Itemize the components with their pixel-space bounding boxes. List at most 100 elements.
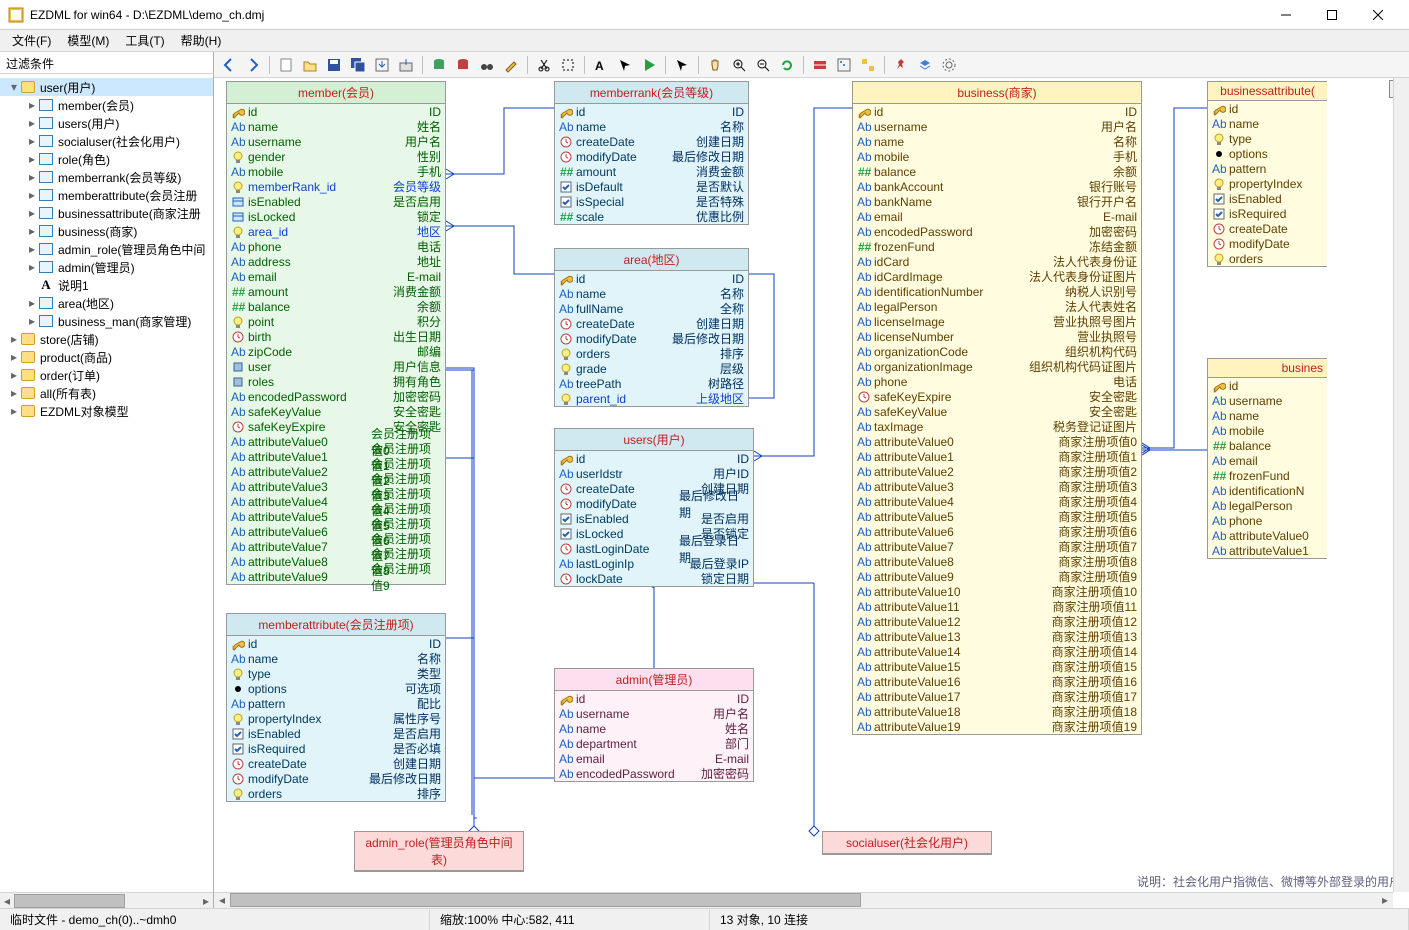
column-row[interactable]: AbcattributeValue5商家注册项值5 — [853, 509, 1141, 524]
arrow-button[interactable] — [671, 54, 693, 76]
column-row[interactable]: AbcsafeKeyValue安全密匙 — [227, 404, 445, 419]
column-row[interactable]: id — [1208, 101, 1327, 116]
menu-0[interactable]: 文件(F) — [4, 30, 59, 51]
column-row[interactable]: isEnabled — [1208, 191, 1327, 206]
column-row[interactable]: roles拥有角色 — [227, 374, 445, 389]
column-row[interactable]: modifyDate最后修改日期 — [227, 771, 445, 786]
column-row[interactable]: AbcbankName银行开户名 — [853, 194, 1141, 209]
column-row[interactable]: AbcbankAccount银行账号 — [853, 179, 1141, 194]
column-row[interactable]: AbcattributeValue14商家注册项值14 — [853, 644, 1141, 659]
save-button[interactable] — [323, 54, 345, 76]
hand-button[interactable] — [704, 54, 726, 76]
tree-node[interactable]: ▸businessattribute(商家注册 — [0, 204, 213, 222]
tree-twisty-icon[interactable]: ▸ — [26, 296, 38, 310]
column-row[interactable]: modifyDate最后修改日期 — [555, 331, 748, 346]
tree-node[interactable]: ▸admin(管理员) — [0, 258, 213, 276]
select-button[interactable] — [557, 54, 579, 76]
tree-node[interactable]: A说明1 — [0, 276, 213, 294]
column-row[interactable]: AbcattributeValue0商家注册项值0 — [853, 434, 1141, 449]
column-row[interactable]: Abcmobile — [1208, 423, 1327, 438]
close-button[interactable] — [1355, 0, 1401, 30]
zoom-out-button[interactable] — [752, 54, 774, 76]
tree-node[interactable]: ▸memberrank(会员等级) — [0, 168, 213, 186]
column-row[interactable]: isLocked锁定 — [227, 209, 445, 224]
entity-businessattribute[interactable]: businessattribute(idAbcnametypeoptionsAb… — [1207, 81, 1327, 267]
tree-twisty-icon[interactable]: ▸ — [26, 260, 38, 274]
entity-member[interactable]: member(会员)idIDAbcname姓名Abcusername用户名gen… — [226, 81, 446, 585]
entity-title[interactable]: admin_role(管理员角色中间表) — [355, 832, 523, 871]
column-row[interactable]: ##balance — [1208, 438, 1327, 453]
column-row[interactable]: AbcsafeKeyValue安全密匙 — [853, 404, 1141, 419]
column-row[interactable]: Abcemail — [1208, 453, 1327, 468]
pointer-sql-button[interactable] — [614, 54, 636, 76]
column-row[interactable]: memberRank_id会员等级 — [227, 179, 445, 194]
column-row[interactable]: birth出生日期 — [227, 329, 445, 344]
tree-node[interactable]: ▸admin_role(管理员角色中间 — [0, 240, 213, 258]
column-row[interactable]: idID — [555, 451, 753, 466]
export-button[interactable] — [371, 54, 393, 76]
column-row[interactable]: AbcencodedPassword加密密码 — [853, 224, 1141, 239]
column-row[interactable]: Abcaddress地址 — [227, 254, 445, 269]
binoculars-button[interactable] — [476, 54, 498, 76]
column-row[interactable]: AbczipCode邮编 — [227, 344, 445, 359]
entity-title[interactable]: users(用户) — [555, 429, 753, 451]
column-row[interactable]: idID — [853, 104, 1141, 119]
tree-node[interactable]: ▸role(角色) — [0, 150, 213, 168]
pin-button[interactable] — [890, 54, 912, 76]
column-row[interactable]: modifyDate — [1208, 236, 1327, 251]
column-row[interactable]: AbcattributeValue19商家注册项值19 — [853, 719, 1141, 734]
column-row[interactable]: ##frozenFund冻结金额 — [853, 239, 1141, 254]
tree-twisty-icon[interactable]: ▸ — [26, 242, 38, 256]
tree[interactable]: ▾user(用户)▸member(会员)▸users(用户)▸socialuse… — [0, 74, 213, 892]
entity-title[interactable]: memberrank(会员等级) — [555, 82, 748, 104]
column-row[interactable]: AbcidCard法人代表身份证 — [853, 254, 1141, 269]
tree-twisty-icon[interactable]: ▸ — [8, 350, 20, 364]
column-row[interactable]: ##amount消费金额 — [227, 284, 445, 299]
column-row[interactable]: orders — [1208, 251, 1327, 266]
column-row[interactable]: idID — [227, 636, 445, 651]
tree-twisty-icon[interactable]: ▸ — [8, 404, 20, 418]
zoom-in-button[interactable] — [728, 54, 750, 76]
entity-title[interactable]: area(地区) — [555, 249, 748, 271]
tree-twisty-icon[interactable]: ▸ — [26, 206, 38, 220]
column-row[interactable]: Abcname姓名 — [555, 721, 753, 736]
column-row[interactable]: AbcattributeValue12商家注册项值12 — [853, 614, 1141, 629]
tree-twisty-icon[interactable]: ▸ — [26, 116, 38, 130]
column-row[interactable]: Abcphone — [1208, 513, 1327, 528]
column-row[interactable]: ##balance余额 — [853, 164, 1141, 179]
column-row[interactable]: AbcattributeValue8商家注册项值8 — [853, 554, 1141, 569]
column-row[interactable]: modifyDate最后修改日期 — [555, 496, 753, 511]
menu-3[interactable]: 帮助(H) — [173, 30, 230, 51]
column-row[interactable]: AbclastLoginIp最后登录IP — [555, 556, 753, 571]
menu-2[interactable]: 工具(T) — [117, 30, 172, 51]
tree-node[interactable]: ▸socialuser(社会化用户) — [0, 132, 213, 150]
tree-twisty-icon[interactable]: ▸ — [8, 386, 20, 400]
entity-memberattribute[interactable]: memberattribute(会员注册项)idIDAbcname名称type类… — [226, 613, 446, 802]
entity-title[interactable]: businessattribute( — [1208, 82, 1327, 101]
column-row[interactable]: ##scale优惠比例 — [555, 209, 748, 224]
tree-node[interactable]: ▸users(用户) — [0, 114, 213, 132]
column-row[interactable]: propertyIndex属性序号 — [227, 711, 445, 726]
run-button[interactable] — [638, 54, 660, 76]
column-row[interactable]: AbcattributeValue16商家注册项值16 — [853, 674, 1141, 689]
tree-node[interactable]: ▸order(订单) — [0, 366, 213, 384]
column-row[interactable]: gender性别 — [227, 149, 445, 164]
column-row[interactable]: AbcemailE-mail — [555, 751, 753, 766]
column-row[interactable]: createDate — [1208, 221, 1327, 236]
tree-node[interactable]: ▸EZDML对象模型 — [0, 402, 213, 420]
column-row[interactable]: AbcidentificationN — [1208, 483, 1327, 498]
column-row[interactable]: Abcname — [1208, 408, 1327, 423]
save-all-button[interactable] — [347, 54, 369, 76]
tree-node[interactable]: ▸product(商品) — [0, 348, 213, 366]
canvas-hscroll[interactable]: ◂ ▸ — [214, 892, 1393, 908]
column-row[interactable]: AbcattributeValue10商家注册项值10 — [853, 584, 1141, 599]
column-row[interactable]: Abcmobile手机 — [853, 149, 1141, 164]
column-row[interactable]: AbcattributeValue9商家注册项值9 — [853, 569, 1141, 584]
column-row[interactable]: Abcusername用户名 — [555, 706, 753, 721]
tree-twisty-icon[interactable]: ▸ — [8, 332, 20, 346]
entity-title[interactable]: memberattribute(会员注册项) — [227, 614, 445, 636]
column-row[interactable]: Abcusername — [1208, 393, 1327, 408]
column-row[interactable]: AbcattributeValue6商家注册项值6 — [853, 524, 1141, 539]
column-row[interactable]: Abcname名称 — [555, 119, 748, 134]
nav-fwd-button[interactable] — [242, 54, 264, 76]
